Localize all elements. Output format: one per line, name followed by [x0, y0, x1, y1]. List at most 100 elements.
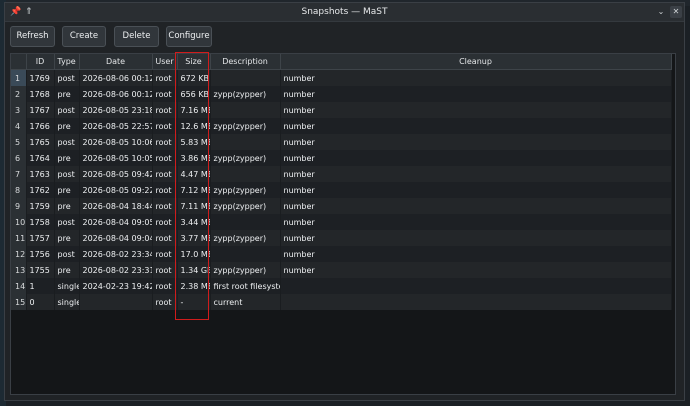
type-cell: post	[54, 166, 80, 182]
row-number: 4	[11, 118, 27, 134]
type-cell: pre	[54, 182, 80, 198]
cleanup-cell: number	[280, 86, 672, 102]
id-cell: 1768	[26, 86, 55, 102]
id-cell: 1762	[26, 182, 55, 198]
table-row[interactable]: 131755pre2026-08-02 23:31:36root1.34 GBz…	[11, 262, 672, 278]
date-cell: 2026-08-05 23:18:04	[79, 102, 153, 118]
snapshots-table[interactable]: ID Type Date User Size Description Clean…	[10, 53, 676, 395]
table-row[interactable]: 41766pre2026-08-05 22:57:03root12.6 MBzy…	[11, 118, 672, 134]
cleanup-cell: number	[280, 230, 672, 246]
row-number: 7	[11, 166, 27, 182]
cleanup-cell: number	[280, 150, 672, 166]
id-cell: 1757	[26, 230, 55, 246]
user-cell: root	[152, 294, 178, 310]
size-cell: 4.47 MB	[177, 166, 211, 182]
date-cell: 2026-08-04 18:44:44	[79, 198, 153, 214]
size-cell: 12.6 MB	[177, 118, 211, 134]
user-cell: root	[152, 198, 178, 214]
description-cell: zypp(zypper)	[210, 118, 281, 134]
column-header-description[interactable]: Description	[210, 54, 281, 70]
close-button[interactable]: ✕	[670, 6, 682, 18]
column-header-user[interactable]: User	[152, 54, 178, 70]
table-row[interactable]: 121756post2026-08-02 23:34:44root17.0 MB…	[11, 246, 672, 262]
date-cell: 2026-08-04 09:05:14	[79, 214, 153, 230]
snapshots-window: 📌 ⇑ Snapshots — MaST ⌄ ✕ Refresh Create …	[4, 2, 685, 401]
cleanup-cell: number	[280, 198, 672, 214]
refresh-button[interactable]: Refresh	[10, 26, 55, 47]
cleanup-cell: number	[280, 214, 672, 230]
id-cell: 1759	[26, 198, 55, 214]
description-cell	[210, 69, 281, 86]
column-header-cleanup[interactable]: Cleanup	[280, 54, 672, 70]
id-cell: 1767	[26, 102, 55, 118]
cleanup-cell: number	[280, 246, 672, 262]
description-cell	[210, 166, 281, 182]
row-number: 6	[11, 150, 27, 166]
table-row[interactable]: 15 0 single root - current	[11, 294, 672, 310]
column-header-date[interactable]: Date	[79, 54, 153, 70]
table-row[interactable]: 141single2024-02-23 19:42:51root2.38 MBf…	[11, 278, 672, 294]
row-number: 15	[11, 294, 27, 310]
size-cell: 672 KB	[177, 69, 211, 86]
row-number: 11	[11, 230, 27, 246]
row-number: 10	[11, 214, 27, 230]
type-cell: post	[54, 214, 80, 230]
description-cell: current	[210, 294, 281, 310]
column-header-id[interactable]: ID	[26, 54, 55, 70]
table-row[interactable]: 11769post2026-08-06 00:12:37root672 KB nu…	[11, 69, 672, 86]
date-cell: 2024-02-23 19:42:51	[79, 278, 153, 294]
type-cell: pre	[54, 230, 80, 246]
id-cell: 1763	[26, 166, 55, 182]
date-cell: 2026-08-05 10:06:37	[79, 134, 153, 150]
delete-button[interactable]: Delete	[114, 26, 159, 47]
column-header-size[interactable]: Size	[177, 54, 211, 70]
description-cell	[210, 246, 281, 262]
table-row[interactable]: 91759pre2026-08-04 18:44:44root7.11 MBzy…	[11, 198, 672, 214]
cleanup-cell: number	[280, 134, 672, 150]
configure-button[interactable]: Configure	[166, 26, 212, 47]
cleanup-cell: number	[280, 102, 672, 118]
type-cell: pre	[54, 262, 80, 278]
date-cell: 2026-08-04 09:04:43	[79, 230, 153, 246]
cleanup-cell: number	[280, 262, 672, 278]
id-cell: 1	[26, 278, 55, 294]
create-button[interactable]: Create	[62, 26, 106, 47]
user-cell: root	[152, 102, 178, 118]
title-bar[interactable]: 📌 ⇑ Snapshots — MaST ⌄ ✕	[5, 3, 684, 22]
user-cell: root	[152, 150, 178, 166]
description-cell: zypp(zypper)	[210, 150, 281, 166]
date-cell: 2026-08-02 23:34:44	[79, 246, 153, 262]
minimize-button[interactable]: ⌄	[655, 6, 667, 18]
id-cell: 1755	[26, 262, 55, 278]
row-number: 5	[11, 134, 27, 150]
description-cell	[210, 134, 281, 150]
cleanup-cell: number	[280, 166, 672, 182]
id-cell: 1764	[26, 150, 55, 166]
table-row[interactable]: 101758post2026-08-04 09:05:14root3.44 MB…	[11, 214, 672, 230]
size-cell: 5.83 MB	[177, 134, 211, 150]
date-cell: 2026-08-05 10:05:34	[79, 150, 153, 166]
user-cell: root	[152, 262, 178, 278]
table-row[interactable]: 111757pre2026-08-04 09:04:43root3.77 MBz…	[11, 230, 672, 246]
size-cell: 656 KB	[177, 86, 211, 102]
table-row[interactable]: 81762pre2026-08-05 09:22:53root7.12 MBzy…	[11, 182, 672, 198]
table-row[interactable]: 71763post2026-08-05 09:42:37root4.47 MB n…	[11, 166, 672, 182]
table-row[interactable]: 21768pre2026-08-06 00:12:36root656 KBzyp…	[11, 86, 672, 102]
row-number: 9	[11, 198, 27, 214]
table-row[interactable]: 61764pre2026-08-05 10:05:34root3.86 MBzy…	[11, 150, 672, 166]
column-header-type[interactable]: Type	[54, 54, 80, 70]
type-cell: pre	[54, 86, 80, 102]
user-cell: root	[152, 134, 178, 150]
row-number: 1	[11, 69, 27, 86]
row-number: 14	[11, 278, 27, 294]
id-cell: 0	[26, 294, 55, 310]
id-cell: 1765	[26, 134, 55, 150]
size-cell: 2.38 MB	[177, 278, 211, 294]
column-header-rownum[interactable]	[11, 54, 27, 70]
table-row[interactable]: 51765post2026-08-05 10:06:37root5.83 MB n…	[11, 134, 672, 150]
type-cell: post	[54, 246, 80, 262]
size-cell: 3.44 MB	[177, 214, 211, 230]
table-row[interactable]: 31767post2026-08-05 23:18:04root7.16 MB n…	[11, 102, 672, 118]
description-cell: zypp(zypper)	[210, 182, 281, 198]
size-cell: 7.12 MB	[177, 182, 211, 198]
